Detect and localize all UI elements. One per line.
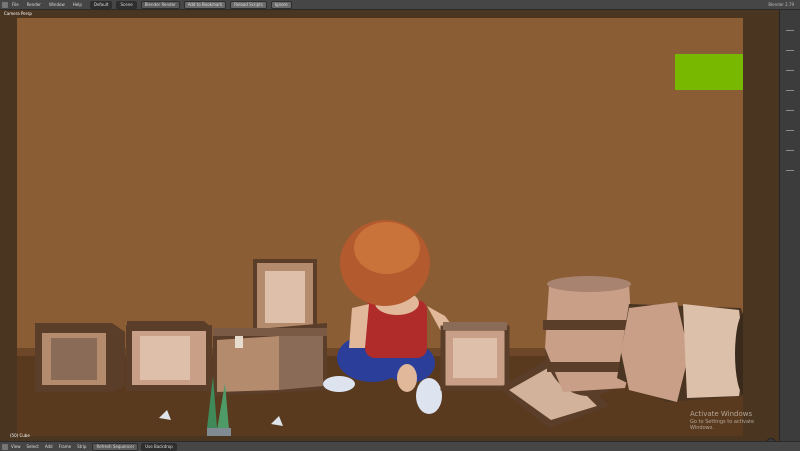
- ignore-button[interactable]: Ignore: [270, 0, 292, 9]
- watermark-title: Activate Windows: [690, 410, 753, 418]
- use-backdrop-toggle[interactable]: Use Backdrop: [141, 442, 177, 451]
- scene-render: [17, 18, 755, 438]
- ruler-tick: [786, 110, 794, 111]
- menu-file[interactable]: File: [12, 2, 19, 7]
- menu-window[interactable]: Window: [49, 2, 65, 7]
- render-engine-select[interactable]: Blender Render: [140, 0, 180, 9]
- ruler-tick: [786, 90, 794, 91]
- menu-add[interactable]: Add: [45, 444, 53, 449]
- add-to-bookmark-button[interactable]: Add to Bookmark: [183, 0, 227, 9]
- view-label: Camera Persp: [4, 11, 32, 16]
- editor-type-icon[interactable]: [2, 443, 8, 450]
- ruler-tick: [786, 130, 794, 131]
- ruler-tick: [786, 50, 794, 51]
- version-info: Blender 2.79: [768, 2, 794, 7]
- barrel-2: [617, 302, 755, 402]
- scene-select[interactable]: Scene: [116, 0, 137, 9]
- screen-layout-select[interactable]: Default: [89, 0, 113, 9]
- rock: [207, 428, 231, 438]
- ruler-tick: [786, 70, 794, 71]
- crate-3: [440, 322, 510, 391]
- refresh-sequencer-button[interactable]: Refresh Sequencer: [92, 442, 139, 451]
- green-screen: [675, 54, 743, 90]
- menu-strip[interactable]: Strip: [77, 444, 86, 449]
- ruler-tick: [786, 150, 794, 151]
- reload-scripts-button[interactable]: Reload Scripts: [230, 0, 267, 9]
- 3d-viewport[interactable]: Camera Persp Activate Windows Go to Sett…: [0, 10, 779, 441]
- camera-frame: [17, 18, 755, 438]
- editor-type-icon[interactable]: [2, 1, 8, 8]
- crate-2: [126, 321, 212, 391]
- object-label: (50) Cube: [10, 433, 30, 438]
- menu-view[interactable]: View: [11, 444, 21, 449]
- crate-1: [35, 323, 125, 392]
- right-side-panel[interactable]: [779, 10, 800, 441]
- menu-help[interactable]: Help: [73, 2, 82, 7]
- ruler-tick: [786, 170, 794, 171]
- menu-render[interactable]: Render: [27, 2, 41, 7]
- ruler-tick: [786, 30, 794, 31]
- watermark-subtitle: Go to Settings to activate Windows.: [690, 419, 755, 431]
- top-header-bar: File Render Window Help Default Scene Bl…: [0, 0, 800, 10]
- menu-frame[interactable]: Frame: [59, 444, 71, 449]
- menu-select[interactable]: Select: [27, 444, 39, 449]
